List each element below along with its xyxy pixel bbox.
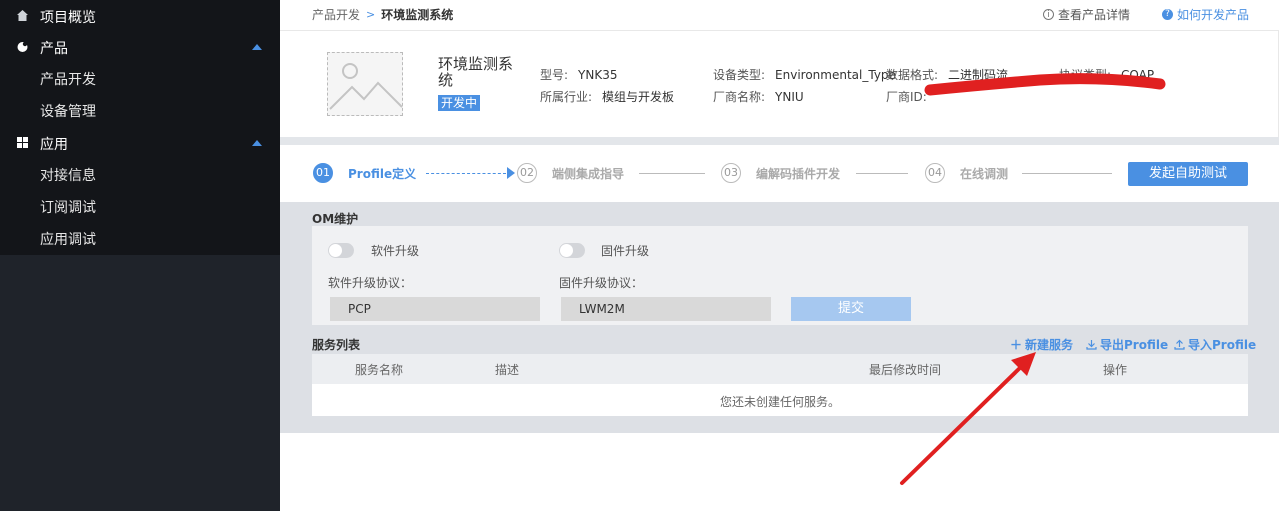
firmware-protocol-label: 固件升级协议： bbox=[559, 276, 644, 290]
export-profile-button[interactable]: 导出Profile bbox=[1086, 336, 1168, 353]
software-upgrade-label: 软件升级 bbox=[371, 244, 420, 258]
step-number-2[interactable]: 02 bbox=[517, 163, 537, 183]
breadcrumb-parent[interactable]: 产品开发 bbox=[312, 6, 360, 23]
step-connector bbox=[1022, 173, 1112, 174]
step-connector bbox=[639, 173, 705, 174]
info-value: Environmental_Type bbox=[775, 68, 896, 82]
link-label: 查看产品详情 bbox=[1057, 8, 1130, 22]
step-connector bbox=[426, 173, 506, 174]
step-label-2[interactable]: 端侧集成指导 bbox=[552, 165, 624, 182]
column-header-actions: 操作 bbox=[1103, 363, 1128, 377]
sidebar-item-label: 设备管理 bbox=[40, 104, 96, 120]
software-protocol-label: 软件升级协议： bbox=[328, 276, 413, 290]
service-list-title: 服务列表 bbox=[312, 338, 361, 352]
info-label: 设备类型: bbox=[713, 68, 766, 82]
firmware-upgrade-label: 固件升级 bbox=[601, 244, 650, 258]
sidebar-item-label: 订阅调试 bbox=[40, 200, 96, 216]
main-content: 产品开发 > 环境监测系统 i 查看产品详情 ? 如何开发产品 环境监测系统 开… bbox=[280, 0, 1279, 511]
sidebar-group-app[interactable]: 应用 bbox=[0, 127, 280, 159]
info-vendor: 厂商名称: YNIU bbox=[713, 88, 804, 105]
column-header-modified: 最后修改时间 bbox=[869, 363, 942, 377]
info-industry: 所属行业: 模组与开发板 bbox=[540, 88, 674, 105]
software-protocol-select[interactable]: PCP bbox=[330, 297, 540, 321]
sidebar-item-label: 产品开发 bbox=[40, 72, 96, 88]
sidebar: 项目概览 产品 产品开发 设备管理 应用 对接信息 订阅调试 应用调试 bbox=[0, 0, 280, 511]
step-label-4[interactable]: 在线调测 bbox=[960, 165, 1008, 182]
import-profile-button[interactable]: 导入Profile bbox=[1174, 336, 1256, 353]
om-section-title: OM维护 bbox=[312, 212, 359, 226]
step-label-1[interactable]: Profile定义 bbox=[348, 165, 416, 182]
info-value: COAP bbox=[1121, 68, 1155, 82]
firmware-protocol-select[interactable]: LWM2M bbox=[561, 297, 771, 321]
info-data-format: 数据格式: 二进制码流 bbox=[886, 66, 1008, 83]
info-model: 型号: YNK35 bbox=[540, 66, 618, 83]
info-label: 所属行业: bbox=[540, 90, 593, 104]
info-vendor-id: 厂商ID: bbox=[886, 88, 927, 105]
breadcrumb: 产品开发 > 环境监测系统 bbox=[312, 6, 453, 23]
view-product-detail-link[interactable]: i 查看产品详情 bbox=[1042, 6, 1130, 23]
image-icon bbox=[329, 63, 403, 110]
help-icon: ? bbox=[1161, 9, 1173, 20]
sidebar-item-label: 项目概览 bbox=[40, 10, 96, 26]
column-header-description: 描述 bbox=[495, 363, 520, 377]
product-icon bbox=[17, 41, 28, 52]
section-separator bbox=[280, 137, 1279, 145]
sidebar-group-product[interactable]: 产品 bbox=[0, 31, 280, 63]
action-label: 导入Profile bbox=[1188, 338, 1257, 352]
info-label: 型号: bbox=[540, 68, 569, 82]
empty-state-message: 您还未创建任何服务。 bbox=[719, 395, 840, 409]
sidebar-item-subscribe-debug[interactable]: 订阅调试 bbox=[0, 191, 280, 223]
chevron-up-icon bbox=[252, 140, 262, 146]
info-label: 厂商ID: bbox=[886, 90, 927, 104]
sidebar-group-label: 应用 bbox=[40, 137, 68, 153]
step-label-3[interactable]: 编解码插件开发 bbox=[756, 165, 840, 182]
plus-icon: ＋ bbox=[1010, 338, 1023, 352]
breadcrumb-current: 环境监测系统 bbox=[381, 8, 454, 22]
breadcrumb-separator: > bbox=[366, 8, 376, 21]
column-header-name: 服务名称 bbox=[355, 363, 404, 377]
step-number-4[interactable]: 04 bbox=[925, 163, 945, 183]
software-upgrade-toggle[interactable] bbox=[328, 243, 354, 258]
sidebar-item-label: 应用调试 bbox=[40, 232, 96, 248]
new-service-button[interactable]: ＋新建服务 bbox=[1010, 336, 1073, 353]
info-value: 模组与开发板 bbox=[602, 90, 675, 104]
link-label: 如何开发产品 bbox=[1176, 8, 1249, 22]
info-label: 数据格式: bbox=[886, 68, 939, 82]
product-name: 环境监测系统 bbox=[438, 55, 514, 89]
step-number-3[interactable]: 03 bbox=[721, 163, 741, 183]
info-value: YNIU bbox=[775, 90, 804, 104]
start-self-test-button[interactable]: 发起自助测试 bbox=[1128, 162, 1248, 186]
info-value: YNK35 bbox=[578, 68, 618, 82]
sidebar-item-device-mgmt[interactable]: 设备管理 bbox=[0, 95, 280, 127]
status-badge: 开发中 bbox=[438, 95, 481, 111]
action-label: 导出Profile bbox=[1100, 338, 1169, 352]
action-label: 新建服务 bbox=[1025, 338, 1074, 352]
how-to-develop-link[interactable]: ? 如何开发产品 bbox=[1161, 6, 1249, 23]
upload-icon bbox=[1174, 339, 1185, 350]
firmware-upgrade-toggle[interactable] bbox=[559, 243, 585, 258]
product-image-placeholder bbox=[327, 52, 403, 116]
top-links: i 查看产品详情 ? 如何开发产品 bbox=[1042, 6, 1249, 23]
sidebar-item-label: 对接信息 bbox=[40, 168, 96, 184]
info-protocol: 协议类型: COAP bbox=[1059, 66, 1154, 83]
sidebar-item-project-overview[interactable]: 项目概览 bbox=[0, 0, 280, 32]
sidebar-group-label: 产品 bbox=[40, 41, 68, 57]
grid-icon bbox=[17, 137, 28, 148]
sidebar-item-app-debug[interactable]: 应用调试 bbox=[0, 223, 280, 255]
home-icon bbox=[17, 10, 28, 21]
chevron-up-icon bbox=[252, 44, 262, 50]
info-label: 厂商名称: bbox=[713, 90, 766, 104]
sidebar-item-product-dev[interactable]: 产品开发 bbox=[0, 63, 280, 95]
info-label: 协议类型: bbox=[1059, 68, 1112, 82]
download-icon bbox=[1086, 340, 1097, 350]
arrow-right-icon bbox=[507, 167, 515, 179]
divider bbox=[280, 30, 1279, 31]
step-number-1[interactable]: 01 bbox=[313, 163, 333, 183]
info-icon: i bbox=[1042, 9, 1054, 20]
step-connector bbox=[856, 173, 908, 174]
sidebar-item-integration-info[interactable]: 对接信息 bbox=[0, 159, 280, 191]
submit-button[interactable]: 提交 bbox=[791, 297, 911, 321]
info-value: 二进制码流 bbox=[948, 68, 1009, 82]
info-device-type: 设备类型: Environmental_Type bbox=[713, 66, 896, 83]
